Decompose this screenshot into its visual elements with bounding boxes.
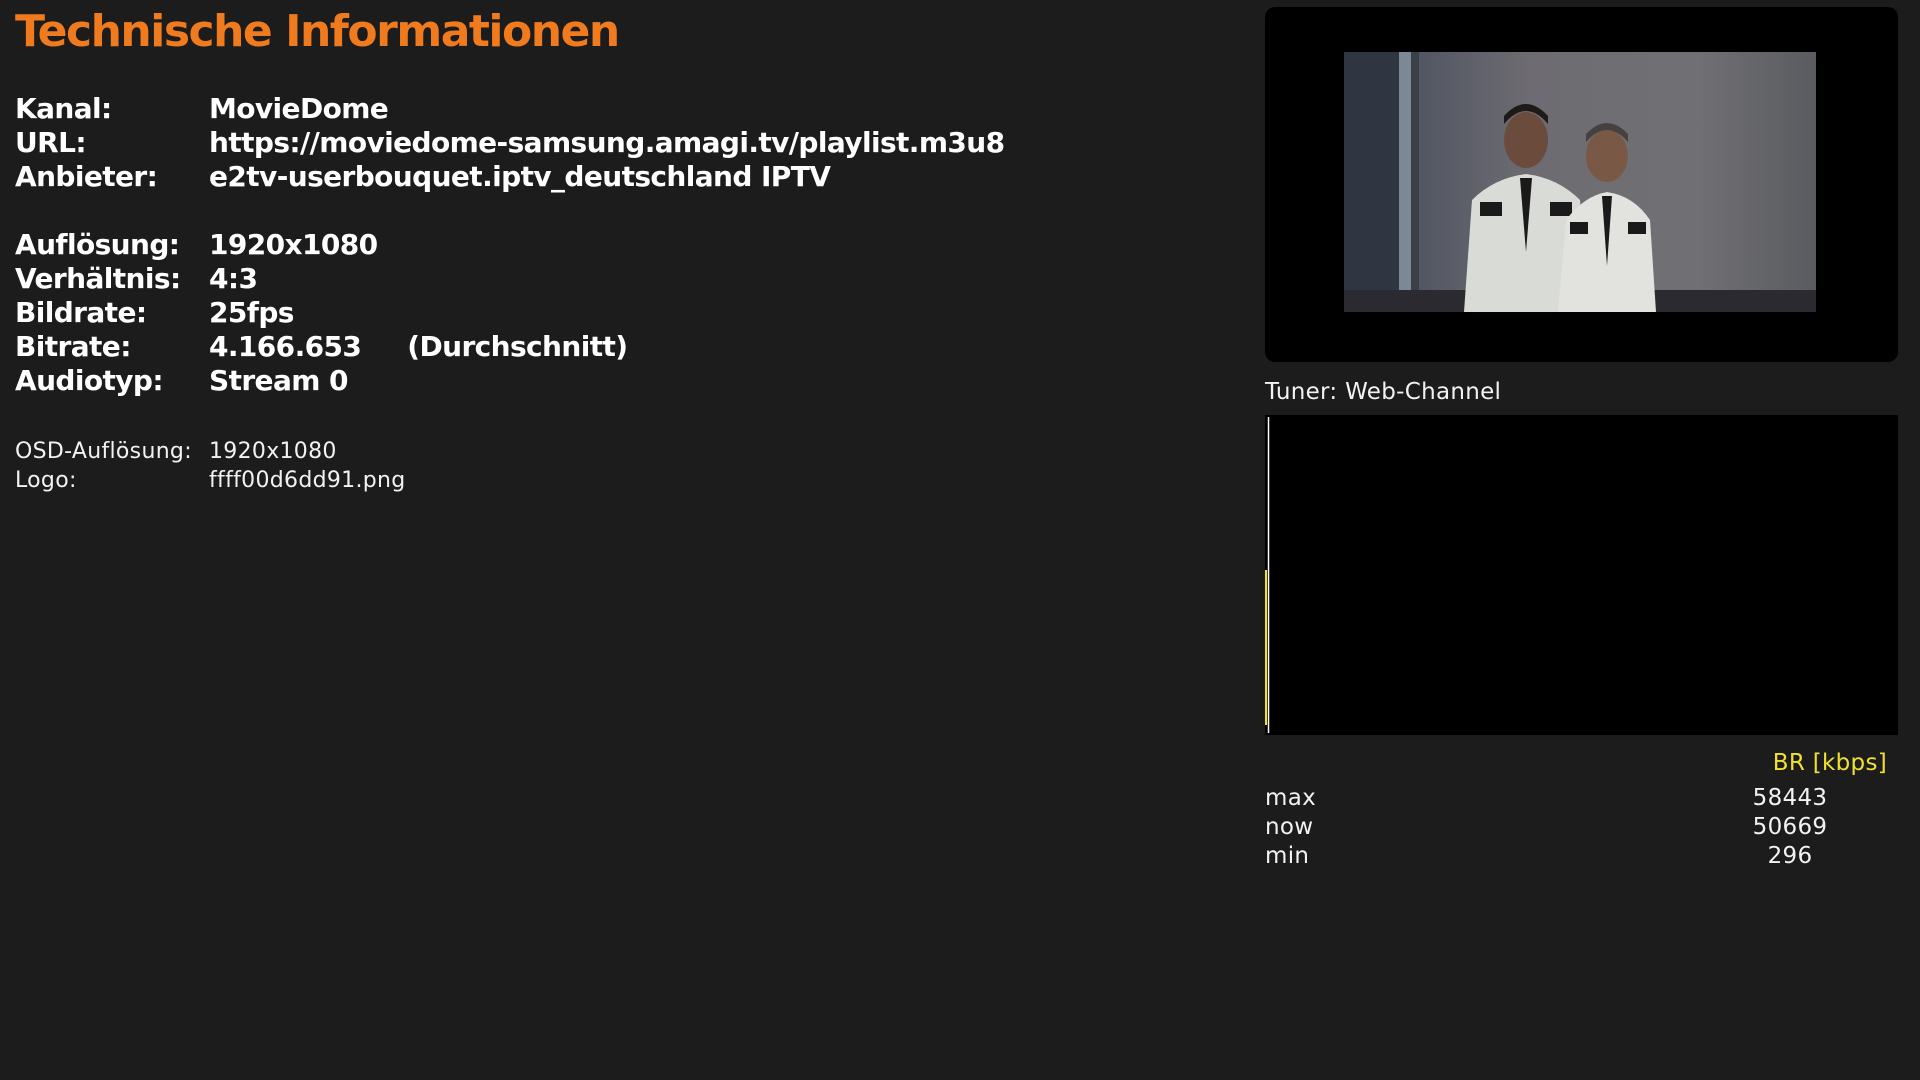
aspect-ratio-row: Verhältnis: 4:3 <box>15 262 627 296</box>
tuner-label: Tuner: Web-Channel <box>1265 379 1502 405</box>
osd-resolution-label: OSD-Auflösung: <box>15 439 192 464</box>
video-scene-image <box>1344 52 1816 312</box>
technical-info-screen: Technische Informationen Kanal: MovieDom… <box>0 0 1920 1080</box>
bitrate-now-row: now 50669 <box>1265 813 1865 842</box>
audio-type-label: Audiotyp: <box>15 364 164 397</box>
bitrate-min-label: min <box>1265 843 1310 869</box>
bitrate-graph-plot <box>1265 417 1270 733</box>
framerate-row: Bildrate: 25fps <box>15 296 627 330</box>
channel-value: MovieDome <box>209 92 389 125</box>
bitrate-max-label: max <box>1265 785 1317 811</box>
video-info: Auflösung: 1920x1080 Verhältnis: 4:3 Bil… <box>15 228 628 398</box>
video-preview <box>1265 7 1898 362</box>
provider-value: e2tv-userbouquet.iptv_deutschland IPTV <box>209 160 831 193</box>
bitrate-min-value: 296 <box>1767 843 1813 869</box>
audio-type-row: Audiotyp: Stream 0 <box>15 364 627 398</box>
aspect-ratio-label: Verhältnis: <box>15 262 181 295</box>
aspect-ratio-value: 4:3 <box>209 262 258 295</box>
bitrate-graph <box>1265 415 1898 735</box>
osd-resolution-value: 1920x1080 <box>209 439 337 464</box>
framerate-label: Bildrate: <box>15 296 147 329</box>
bitrate-now-label: now <box>1265 814 1314 840</box>
osd-resolution-row: OSD-Auflösung: 1920x1080 <box>15 437 406 466</box>
video-frame <box>1344 52 1816 312</box>
logo-label: Logo: <box>15 468 77 493</box>
bitrate-max-value: 58443 <box>1752 785 1828 811</box>
resolution-value: 1920x1080 <box>209 228 378 261</box>
url-row: URL: https://moviedome-samsung.amagi.tv/… <box>15 126 1005 160</box>
url-label: URL: <box>15 126 87 159</box>
channel-info: Kanal: MovieDome URL: https://moviedome-… <box>15 92 1005 194</box>
url-value: https://moviedome-samsung.amagi.tv/playl… <box>209 126 1005 159</box>
resolution-row: Auflösung: 1920x1080 <box>15 228 627 262</box>
bitrate-min-row: min 296 <box>1265 842 1865 871</box>
audio-type-value: Stream 0 <box>209 364 348 397</box>
bitrate-now-value: 50669 <box>1752 814 1828 840</box>
logo-value: ffff00d6dd91.png <box>209 468 406 493</box>
channel-label: Kanal: <box>15 92 112 125</box>
osd-info: OSD-Auflösung: 1920x1080 Logo: ffff00d6d… <box>15 437 406 495</box>
channel-row: Kanal: MovieDome <box>15 92 1005 126</box>
provider-row: Anbieter: e2tv-userbouquet.iptv_deutschl… <box>15 160 1005 194</box>
bitrate-stats: max 58443 now 50669 min 296 <box>1265 784 1865 871</box>
bitrate-max-row: max 58443 <box>1265 784 1865 813</box>
logo-row: Logo: ffff00d6dd91.png <box>15 466 406 495</box>
provider-label: Anbieter: <box>15 160 158 193</box>
bitrate-row: Bitrate: 4.166.653 (Durchschnitt) <box>15 330 628 364</box>
framerate-value: 25fps <box>209 296 294 329</box>
page-title: Technische Informationen <box>15 6 620 57</box>
bitrate-average-note: (Durchschnitt) <box>407 330 628 363</box>
bitrate-value: 4.166.653 <box>209 330 362 363</box>
bitrate-unit-label: BR [kbps] <box>1772 750 1887 776</box>
bitrate-label: Bitrate: <box>15 330 131 363</box>
resolution-label: Auflösung: <box>15 228 180 261</box>
